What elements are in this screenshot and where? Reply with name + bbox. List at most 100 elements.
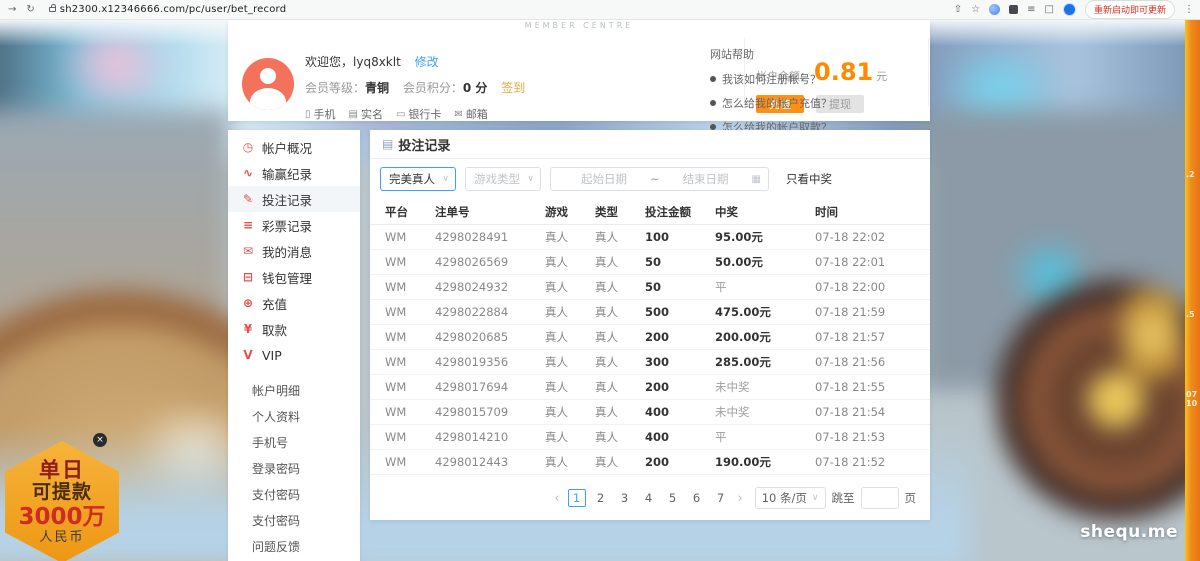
table-row: WM4298012443真人真人200190.00元07-18 21:52 xyxy=(370,450,930,475)
side-panel-icon[interactable]: □ xyxy=(1045,4,1054,15)
sidebar-sub-item[interactable]: 问题反馈 xyxy=(228,534,360,560)
share-icon[interactable]: ⇧ xyxy=(954,4,962,15)
sidebar-item-label: 充值 xyxy=(262,294,287,313)
page-number[interactable]: 5 xyxy=(664,489,682,507)
sidebar-item[interactable]: VVIP xyxy=(228,342,360,368)
game-type-select[interactable]: 游戏类型 ∨ xyxy=(465,167,541,191)
bullet-icon xyxy=(710,100,716,106)
game-cell: 真人 xyxy=(545,279,595,295)
platform-cell: WM xyxy=(385,330,435,344)
order-no-cell: 4298028491 xyxy=(435,230,545,244)
verify-item[interactable]: ▭银行卡 xyxy=(396,106,441,122)
game-cell: 真人 xyxy=(545,354,595,370)
platform-cell: WM xyxy=(385,430,435,444)
column-header: 游戏 xyxy=(545,204,595,220)
signin-link[interactable]: 签到 xyxy=(501,81,525,95)
page-number[interactable]: 6 xyxy=(688,489,706,507)
win-cell: 285.00元 xyxy=(715,354,815,370)
sidebar-item[interactable]: ⊟钱包管理 xyxy=(228,264,360,290)
jump-page-input[interactable] xyxy=(861,487,899,509)
chrome-update-button[interactable]: 重新启动即可更新 xyxy=(1085,0,1175,19)
chevron-down-icon: ∨ xyxy=(442,174,449,184)
win-cell: 未中奖 xyxy=(715,379,815,395)
column-header: 中奖 xyxy=(715,204,815,220)
column-header: 类型 xyxy=(595,204,645,220)
verify-row: ▯手机 ▤实名 ▭银行卡 ✉邮箱 xyxy=(305,106,525,122)
bet-record-title-icon: ▤ xyxy=(382,137,393,151)
platform-cell: WM xyxy=(385,230,435,244)
browser-bar: → ↻ sh2300.x12346666.com/pc/user/bet_rec… xyxy=(0,0,1200,20)
sidebar-item[interactable]: ✉我的消息 xyxy=(228,238,360,264)
column-header: 平台 xyxy=(385,204,435,220)
sidebar-sub-item[interactable]: 登录密码 xyxy=(228,456,360,482)
amount-cell: 200 xyxy=(645,380,715,394)
sidebar-item-label: 钱包管理 xyxy=(262,268,312,287)
order-no-cell: 4298014210 xyxy=(435,430,545,444)
amount-cell: 100 xyxy=(645,230,715,244)
amount-cell: 400 xyxy=(645,430,715,444)
type-cell: 真人 xyxy=(595,354,645,370)
time-cell: 07-18 21:57 xyxy=(815,330,920,344)
level-label: 会员等级： xyxy=(305,81,365,95)
only-win-filter[interactable]: 只看中奖 xyxy=(786,171,832,187)
calendar-icon: ▦ xyxy=(752,174,761,185)
type-cell: 真人 xyxy=(595,329,645,345)
profile-avatar-icon[interactable] xyxy=(1063,3,1076,16)
verify-item[interactable]: ✉邮箱 xyxy=(454,106,487,122)
extension-blue-icon[interactable] xyxy=(989,4,1000,15)
platform-select[interactable]: 完美真人 ∨ xyxy=(380,167,456,191)
sidebar-item[interactable]: ∿输赢纪录 xyxy=(228,160,360,186)
edge-text-fragment: .5 xyxy=(1186,310,1195,319)
forward-icon[interactable]: → xyxy=(8,4,16,15)
sidebar-item[interactable]: ¥取款 xyxy=(228,316,360,342)
time-cell: 07-18 21:54 xyxy=(815,405,920,419)
sidebar-item-label: 取款 xyxy=(262,320,287,339)
verify-item[interactable]: ▯手机 xyxy=(305,106,336,122)
next-page-icon[interactable]: › xyxy=(736,491,745,506)
withdraw-promo-badge[interactable]: × 单日 可提款 3000万 人民币 xyxy=(5,441,119,561)
date-range-picker[interactable]: 起始日期 ~ 结束日期 ▦ xyxy=(550,167,769,191)
page-number[interactable]: 7 xyxy=(712,489,730,507)
reload-icon[interactable]: ↻ xyxy=(26,4,34,15)
page-number[interactable]: 2 xyxy=(592,489,610,507)
sidebar-sub-item[interactable]: 个人资料 xyxy=(228,404,360,430)
reading-list-icon[interactable]: ≡ xyxy=(1027,4,1035,15)
sidebar-sub-item[interactable]: 手机号 xyxy=(228,430,360,456)
platform-cell: WM xyxy=(385,305,435,319)
sidebar-item[interactable]: ◷帐户概况 xyxy=(228,134,360,160)
page-size-value: 10 条/页 xyxy=(762,490,807,506)
extensions-icon[interactable] xyxy=(1009,5,1018,14)
page-size-select[interactable]: 10 条/页 ∨ xyxy=(755,487,826,509)
sidebar-item-label: 投注记录 xyxy=(262,190,312,209)
edit-profile-link[interactable]: 修改 xyxy=(415,55,439,69)
help-link[interactable]: 怎么给我的帐户充值？ xyxy=(710,95,832,111)
table-row: WM4298024932真人真人50平07-18 22:00 xyxy=(370,275,930,300)
amount-cell: 50 xyxy=(645,255,715,269)
verify-item[interactable]: ▤实名 xyxy=(349,106,383,122)
lock-icon xyxy=(49,7,56,12)
kebab-menu-icon[interactable]: ⋮ xyxy=(1184,4,1194,15)
win-cell: 平 xyxy=(715,429,815,445)
address-url[interactable]: sh2300.x12346666.com/pc/user/bet_record xyxy=(60,4,286,15)
sidebar-item[interactable]: ✎投注记录 xyxy=(228,186,360,212)
sidebar-sub-item[interactable]: 支付密码 xyxy=(228,482,360,508)
sidebar-sub-item[interactable]: 支付密码 xyxy=(228,508,360,534)
date-separator: ~ xyxy=(650,172,660,186)
sidebar-item[interactable]: ≡彩票记录 xyxy=(228,212,360,238)
date-end-placeholder: 结束日期 xyxy=(660,171,752,187)
date-start-placeholder: 起始日期 xyxy=(558,171,650,187)
sidebar-item[interactable]: ⊕充值 xyxy=(228,290,360,316)
sidebar-sub-item[interactable]: 帐户明细 xyxy=(228,378,360,404)
close-icon[interactable]: × xyxy=(93,433,107,447)
prev-page-icon[interactable]: ‹ xyxy=(552,491,561,506)
help-link[interactable]: 我该如何注册帐号？ xyxy=(710,71,832,87)
promo-line2: 可提款 xyxy=(32,482,92,504)
game-cell: 真人 xyxy=(545,329,595,345)
page-number[interactable]: 4 xyxy=(640,489,658,507)
member-header-card: MEMBER CENTRE 欢迎您，lyq8xklt 修改 会员等级：青铜 会员… xyxy=(228,20,930,121)
page-number[interactable]: 3 xyxy=(616,489,634,507)
bookmark-star-icon[interactable]: ☆ xyxy=(971,4,980,15)
user-avatar xyxy=(242,58,294,110)
page-number[interactable]: 1 xyxy=(568,489,586,507)
bet-record-panel: ▤ 投注记录 完美真人 ∨ 游戏类型 ∨ 起始日期 ~ 结束日期 ▦ 只看中奖 … xyxy=(370,130,930,520)
